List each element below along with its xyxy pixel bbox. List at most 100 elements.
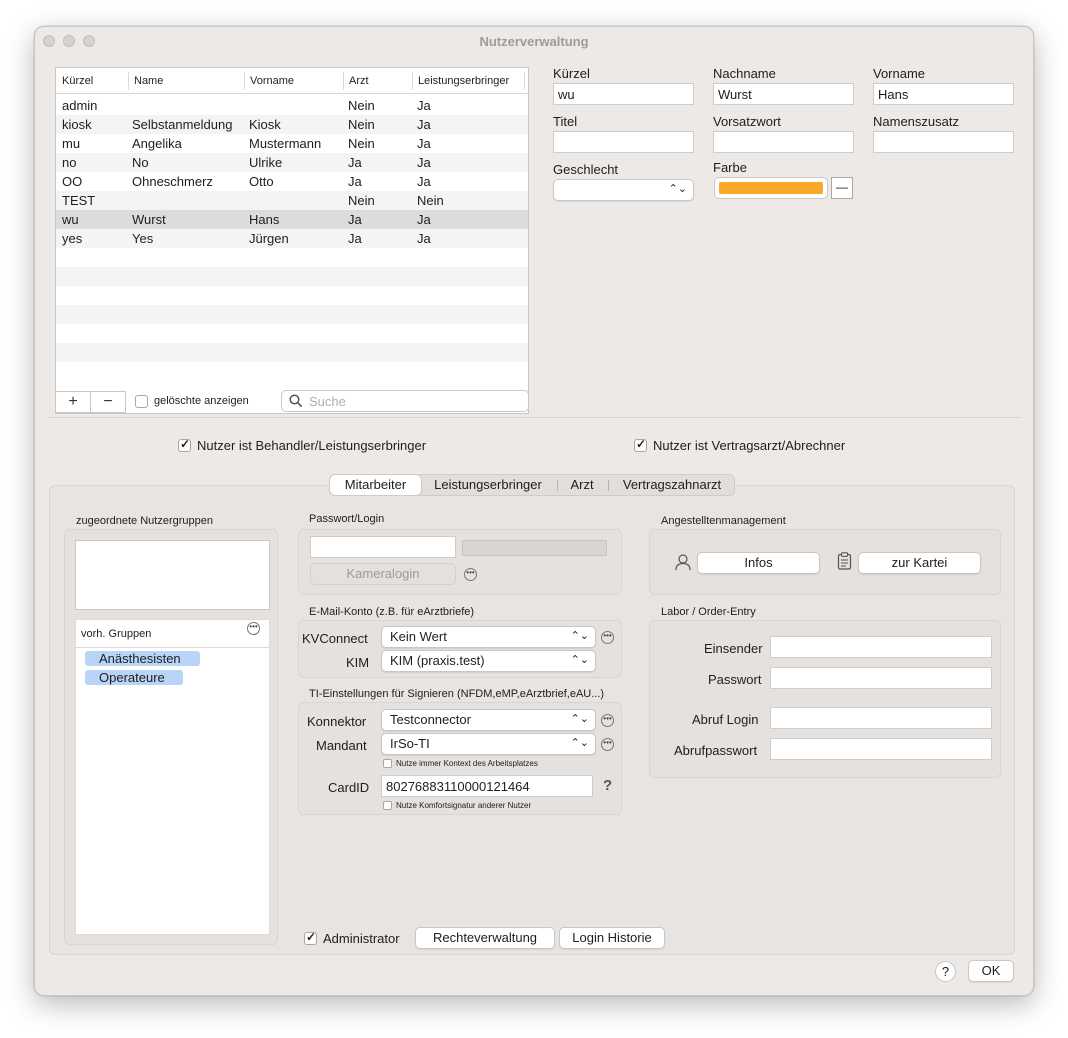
behandler-checkbox[interactable] bbox=[178, 437, 191, 452]
more-options-icon[interactable]: ••• bbox=[247, 622, 260, 635]
konnektor-value: Testconnector bbox=[390, 712, 471, 727]
table-row[interactable]: OO Ohneschmerz Otto Ja Ja bbox=[56, 172, 528, 191]
groups-box: vorh. Gruppen ••• Anästhesisten Operateu… bbox=[64, 529, 278, 945]
search-icon bbox=[289, 394, 303, 408]
labor-box: Einsender Passwort Abruf Login Abrufpass… bbox=[649, 620, 1001, 778]
tab-bar: Mitarbeiter Leistungserbringer Arzt Vert… bbox=[329, 474, 735, 496]
table-cell-kuerzel: TEST bbox=[62, 193, 96, 208]
vorname-field[interactable]: Hans bbox=[873, 83, 1014, 105]
remove-user-button[interactable]: − bbox=[90, 391, 126, 413]
password-field[interactable] bbox=[310, 536, 456, 558]
table-row[interactable]: yes Yes Jürgen Ja Ja bbox=[56, 229, 528, 248]
color-well[interactable] bbox=[714, 177, 828, 199]
vorsatzwort-field[interactable] bbox=[713, 131, 854, 153]
namenszusatz-label: Namenszusatz bbox=[873, 114, 959, 129]
comfort-signature-label: Nutze Komfortsignatur anderer Nutzer bbox=[396, 801, 532, 810]
table-row[interactable]: admin Nein Ja bbox=[56, 96, 528, 115]
chevron-updown-icon: ⌃⌄ bbox=[570, 713, 589, 725]
kuerzel-field[interactable]: wu bbox=[553, 83, 694, 105]
employee-title: Angestelltenmanagement bbox=[661, 515, 786, 527]
table-cell-arzt: Nein bbox=[348, 193, 375, 208]
more-options-icon[interactable]: ••• bbox=[601, 631, 614, 644]
camera-login-button[interactable]: Kameralogin bbox=[310, 563, 456, 585]
table-row[interactable]: wu Wurst Hans Ja Ja bbox=[56, 210, 528, 229]
more-options-icon[interactable]: ••• bbox=[464, 568, 477, 581]
ok-button[interactable]: OK bbox=[968, 960, 1014, 982]
abrufpasswort-field[interactable] bbox=[770, 738, 992, 760]
namenszusatz-field[interactable] bbox=[873, 131, 1014, 153]
table-cell-vorname: Otto bbox=[249, 174, 274, 189]
administrator-checkbox[interactable] bbox=[304, 930, 317, 945]
konnektor-select[interactable]: Testconnector ⌃⌄ bbox=[381, 709, 596, 731]
help-button[interactable]: ? bbox=[935, 961, 956, 982]
table-row[interactable]: no No Ulrike Ja Ja bbox=[56, 153, 528, 172]
groups-title: zugeordnete Nutzergruppen bbox=[76, 515, 213, 527]
labor-title: Labor / Order-Entry bbox=[661, 606, 756, 618]
context-checkbox[interactable] bbox=[383, 759, 392, 768]
abrufpasswort-label: Abrufpasswort bbox=[674, 743, 758, 758]
column-header-vorname[interactable]: Vorname bbox=[250, 75, 294, 87]
table-cell-name: Wurst bbox=[132, 212, 166, 227]
empty-table-row bbox=[56, 343, 528, 362]
kvconnect-select[interactable]: Kein Wert ⌃⌄ bbox=[381, 626, 596, 648]
user-table[interactable]: Kürzel Name Vorname Arzt Leistungserbrin… bbox=[55, 67, 529, 414]
group-tag[interactable]: Anästhesisten bbox=[85, 651, 200, 666]
rights-management-button[interactable]: Rechteverwaltung bbox=[415, 927, 555, 949]
abruf-login-field[interactable] bbox=[770, 707, 992, 729]
clear-color-button[interactable]: — bbox=[831, 177, 853, 199]
labor-passwort-field[interactable] bbox=[770, 667, 992, 689]
tab-arzt[interactable]: Arzt bbox=[559, 475, 605, 495]
kim-value: KIM (praxis.test) bbox=[390, 653, 485, 668]
infos-button[interactable]: Infos bbox=[697, 552, 820, 574]
empty-table-row bbox=[56, 267, 528, 286]
kvconnect-label: KVConnect bbox=[302, 631, 368, 646]
email-box: KVConnect Kein Wert ⌃⌄ ••• KIM KIM (prax… bbox=[298, 620, 622, 678]
add-user-button[interactable]: + bbox=[55, 391, 91, 413]
column-header-name[interactable]: Name bbox=[134, 75, 163, 87]
comfort-signature-checkbox[interactable] bbox=[383, 801, 392, 810]
search-field[interactable]: Suche bbox=[281, 390, 529, 412]
vertragsarzt-checkbox[interactable] bbox=[634, 437, 647, 452]
table-cell-vorname: Ulrike bbox=[249, 155, 283, 170]
assigned-groups-list[interactable] bbox=[75, 540, 270, 610]
divider bbox=[49, 417, 1021, 418]
kartei-button[interactable]: zur Kartei bbox=[858, 552, 981, 574]
column-header-arzt[interactable]: Arzt bbox=[349, 75, 369, 87]
group-tag[interactable]: Operateure bbox=[85, 670, 183, 685]
table-row[interactable]: mu Angelika Mustermann Nein Ja bbox=[56, 134, 528, 153]
chevron-updown-icon: ⌃⌄ bbox=[570, 737, 589, 749]
table-row[interactable]: TEST Nein Nein bbox=[56, 191, 528, 210]
password-box: Kameralogin ••• bbox=[298, 529, 622, 595]
vorsatzwort-label: Vorsatzwort bbox=[713, 114, 781, 129]
geschlecht-label: Geschlecht bbox=[553, 162, 619, 177]
kim-select[interactable]: KIM (praxis.test) ⌃⌄ bbox=[381, 650, 596, 672]
konnektor-label: Konnektor bbox=[307, 714, 367, 729]
help-icon[interactable]: ? bbox=[603, 777, 612, 794]
ti-box: Konnektor Testconnector ⌃⌄ ••• Mandant I… bbox=[298, 702, 622, 815]
column-header-kuerzel[interactable]: Kürzel bbox=[62, 75, 93, 87]
column-header-leistungserbringer[interactable]: Leistungserbringer bbox=[418, 75, 509, 87]
show-deleted-checkbox[interactable] bbox=[135, 395, 148, 408]
more-options-icon[interactable]: ••• bbox=[601, 738, 614, 751]
login-history-button[interactable]: Login Historie bbox=[559, 927, 665, 949]
tab-leistungserbringer[interactable]: Leistungserbringer bbox=[423, 475, 553, 495]
table-header: Kürzel Name Vorname Arzt Leistungserbrin… bbox=[56, 68, 528, 94]
table-cell-vorname: Hans bbox=[249, 212, 280, 227]
labor-passwort-label: Passwort bbox=[708, 672, 762, 687]
mandant-select[interactable]: IrSo-TI ⌃⌄ bbox=[381, 733, 596, 755]
table-cell-kuerzel: mu bbox=[62, 136, 81, 151]
titel-field[interactable] bbox=[553, 131, 694, 153]
tab-vertragszahnarzt[interactable]: Vertragszahnarzt bbox=[610, 475, 734, 495]
cardid-field[interactable]: 80276883110000121464 bbox=[381, 775, 593, 797]
einsender-field[interactable] bbox=[770, 636, 992, 658]
tab-mitarbeiter[interactable]: Mitarbeiter bbox=[330, 475, 421, 495]
chevron-updown-icon: ⌃⌄ bbox=[668, 183, 687, 195]
more-options-icon[interactable]: ••• bbox=[601, 714, 614, 727]
geschlecht-select[interactable]: ⌃⌄ bbox=[553, 179, 694, 201]
kim-label: KIM bbox=[346, 655, 370, 670]
available-groups-list[interactable]: vorh. Gruppen ••• Anästhesisten Operateu… bbox=[75, 619, 270, 935]
nachname-field[interactable]: Wurst bbox=[713, 83, 854, 105]
empty-table-row bbox=[56, 362, 528, 381]
employee-box: Infos zur Kartei bbox=[649, 529, 1001, 595]
table-row[interactable]: kiosk Selbstanmeldung Kiosk Nein Ja bbox=[56, 115, 528, 134]
